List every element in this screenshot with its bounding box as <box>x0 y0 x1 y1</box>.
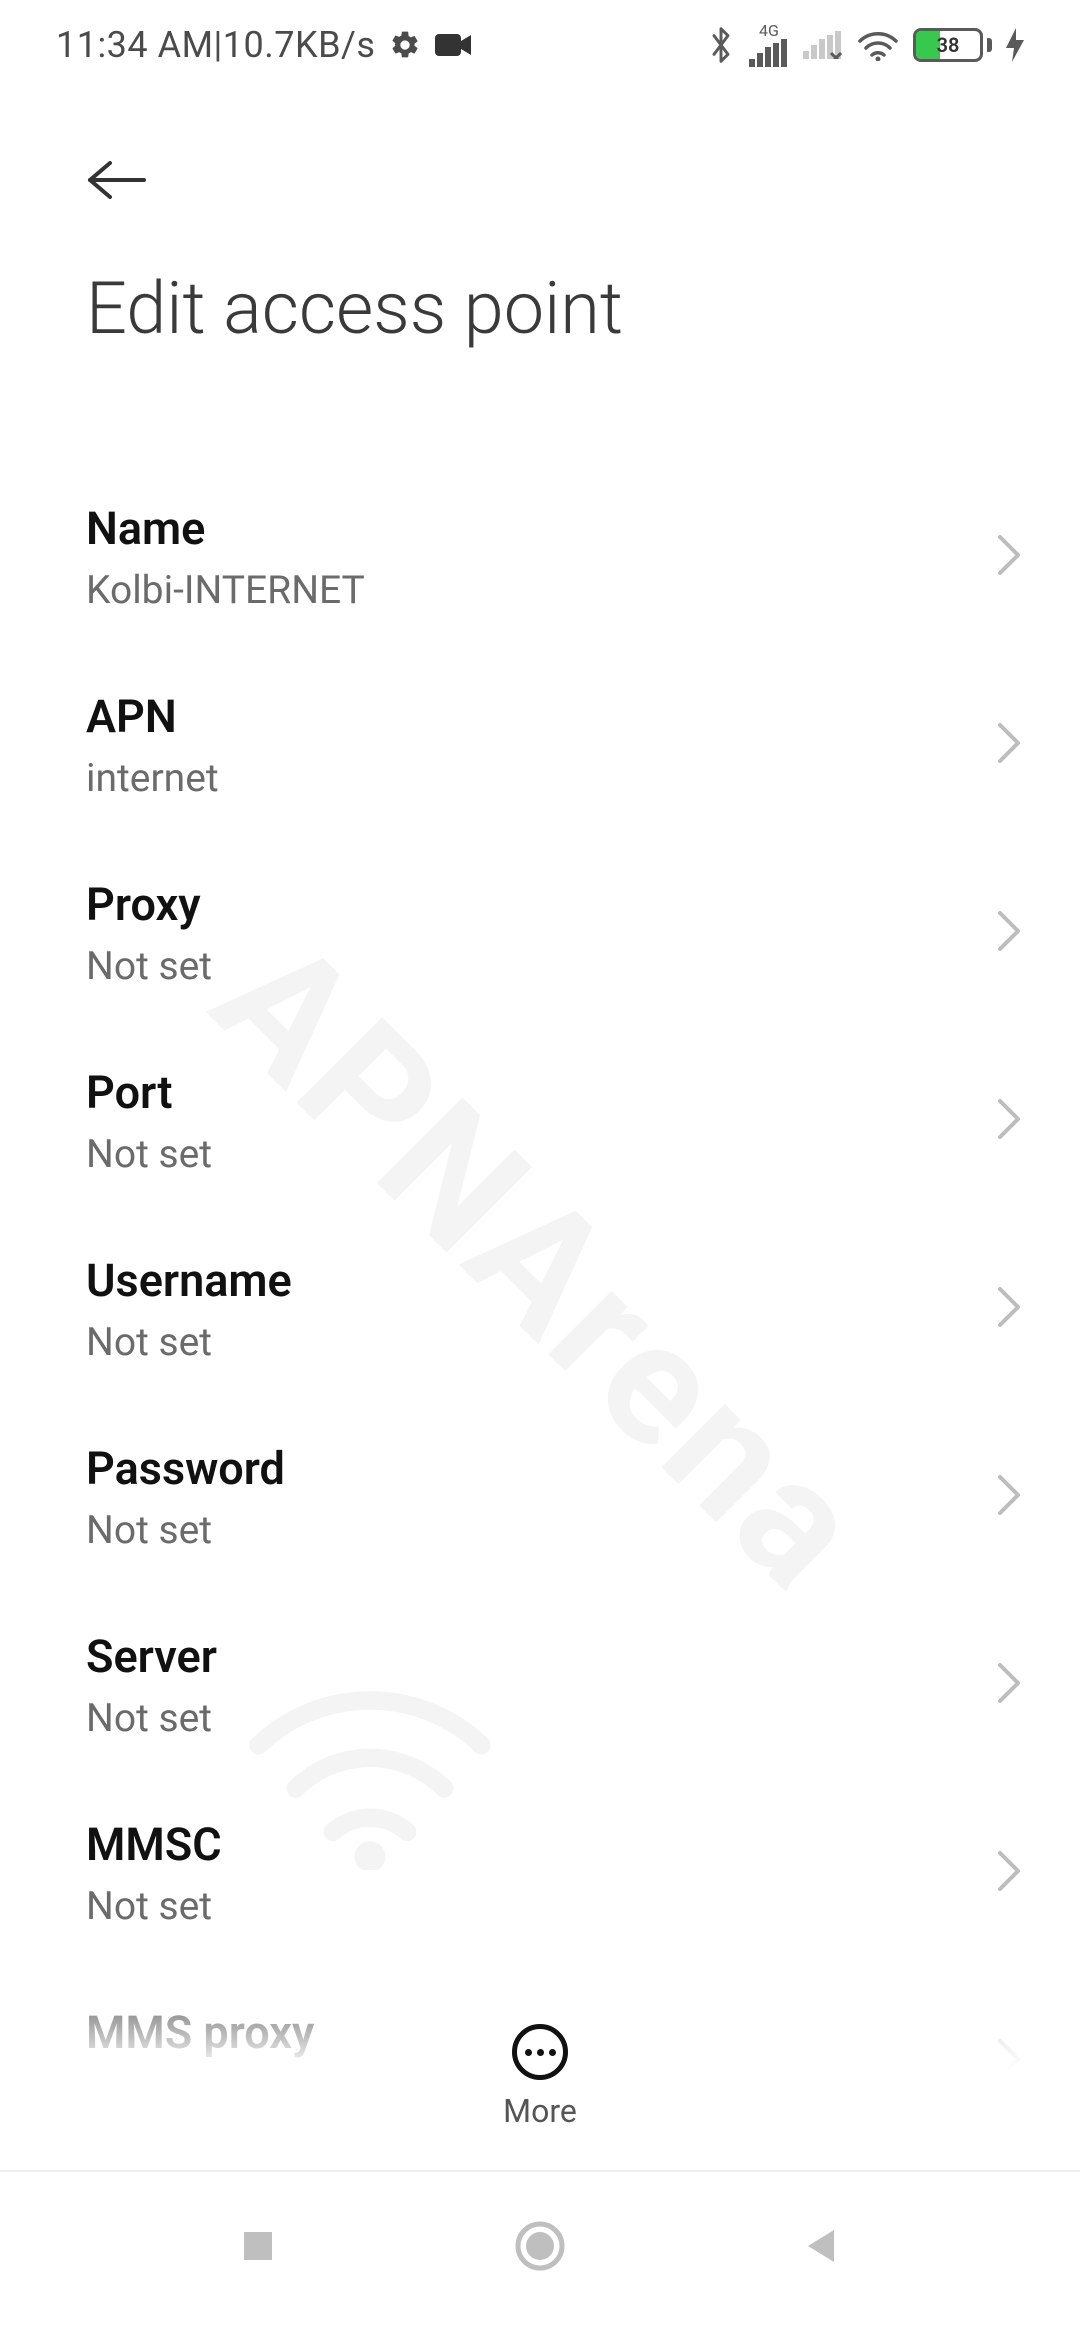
row-password[interactable]: Password Not set <box>0 1403 1080 1591</box>
chevron-right-icon <box>996 1285 1022 1333</box>
battery-indicator: 38 <box>913 28 992 62</box>
row-value: Not set <box>86 1131 212 1177</box>
dot-icon <box>537 2049 544 2056</box>
status-speed: 10.7KB/s <box>223 24 376 66</box>
chevron-right-icon <box>996 1849 1022 1897</box>
row-label: Proxy <box>86 878 212 931</box>
chevron-right-icon <box>996 1097 1022 1145</box>
navigation-bar <box>0 2170 1080 2340</box>
more-label: More <box>503 2092 577 2130</box>
chevron-right-icon <box>996 1661 1022 1709</box>
row-label: Username <box>86 1254 292 1307</box>
charging-icon <box>1006 28 1024 62</box>
bottom-toolbar: More <box>0 1940 1080 2160</box>
page-title: Edit access point <box>86 266 1000 351</box>
chevron-right-icon <box>996 1473 1022 1521</box>
arrow-left-icon <box>86 159 148 201</box>
dot-icon <box>525 2049 532 2056</box>
row-mmsc[interactable]: MMSC Not set <box>0 1779 1080 1967</box>
wifi-icon <box>857 29 899 61</box>
nav-back-button[interactable] <box>802 2226 842 2266</box>
nav-home-button[interactable] <box>514 2220 566 2272</box>
dot-icon <box>549 2049 556 2056</box>
row-username[interactable]: Username Not set <box>0 1215 1080 1403</box>
row-label: Password <box>86 1442 285 1495</box>
row-port[interactable]: Port Not set <box>0 1027 1080 1215</box>
status-sep: | <box>214 24 223 66</box>
row-value: Not set <box>86 1883 222 1929</box>
signal-4g-icon: 4G <box>749 23 789 67</box>
chevron-right-icon <box>996 533 1022 581</box>
status-right: 4G 38 <box>707 23 1024 67</box>
row-label: Server <box>86 1630 217 1683</box>
row-label: Name <box>86 502 365 555</box>
chevron-right-icon <box>996 721 1022 769</box>
row-label: APN <box>86 690 219 743</box>
row-value: Not set <box>86 943 212 989</box>
row-apn[interactable]: APN internet <box>0 651 1080 839</box>
camera-icon <box>435 32 471 58</box>
row-value: Not set <box>86 1319 292 1365</box>
row-name[interactable]: Name Kolbi-INTERNET <box>0 463 1080 651</box>
row-value: Not set <box>86 1695 217 1741</box>
battery-percent: 38 <box>916 31 980 59</box>
row-value: Not set <box>86 1507 285 1553</box>
nav-recent-button[interactable] <box>238 2226 278 2266</box>
row-proxy[interactable]: Proxy Not set <box>0 839 1080 1027</box>
row-value: internet <box>86 755 219 801</box>
bluetooth-icon <box>707 26 735 64</box>
back-button[interactable] <box>86 140 166 220</box>
row-value: Kolbi-INTERNET <box>86 567 365 613</box>
status-left: 11:34 AM | 10.7KB/s <box>56 24 471 66</box>
signal-none-icon <box>803 31 843 59</box>
more-button[interactable] <box>512 2024 568 2080</box>
header: Edit access point <box>0 90 1080 351</box>
row-label: Port <box>86 1066 212 1119</box>
status-time: 11:34 AM <box>56 24 214 66</box>
status-bar: 11:34 AM | 10.7KB/s 4G 38 <box>0 0 1080 90</box>
settings-list: Name Kolbi-INTERNET APN internet Proxy N… <box>0 463 1080 2155</box>
row-label: MMSC <box>86 1818 222 1871</box>
row-server[interactable]: Server Not set <box>0 1591 1080 1779</box>
chevron-right-icon <box>996 909 1022 957</box>
gear-icon <box>389 29 421 61</box>
